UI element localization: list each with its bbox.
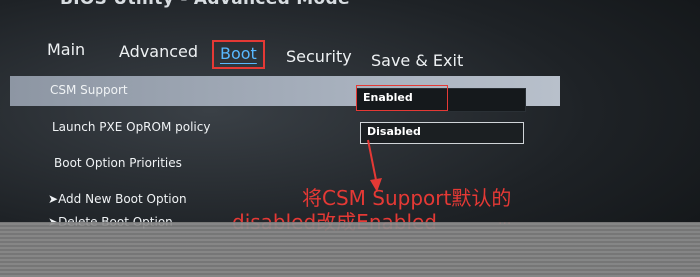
pxe-policy-label: Launch PXE OpROM policy: [52, 120, 211, 134]
boot-option-priorities-label: Boot Option Priorities: [54, 156, 182, 170]
tab-security[interactable]: Security: [286, 47, 352, 66]
tab-main[interactable]: Main: [47, 40, 85, 59]
add-boot-option-item[interactable]: ➤Add New Boot Option: [48, 192, 187, 206]
tab-advanced[interactable]: Advanced: [119, 42, 198, 61]
tab-save-exit[interactable]: Save & Exit: [371, 51, 463, 70]
tab-boot[interactable]: Boot: [212, 40, 265, 69]
pxe-policy-value[interactable]: Disabled: [360, 122, 524, 144]
csm-support-label: CSM Support: [50, 83, 128, 97]
window-title: BIOS Utility - Advanced Mode: [60, 0, 350, 9]
bottom-grey-band: [0, 222, 700, 277]
submenu-arrow-icon: ➤: [48, 192, 59, 206]
csm-highlight-box: [356, 85, 448, 111]
